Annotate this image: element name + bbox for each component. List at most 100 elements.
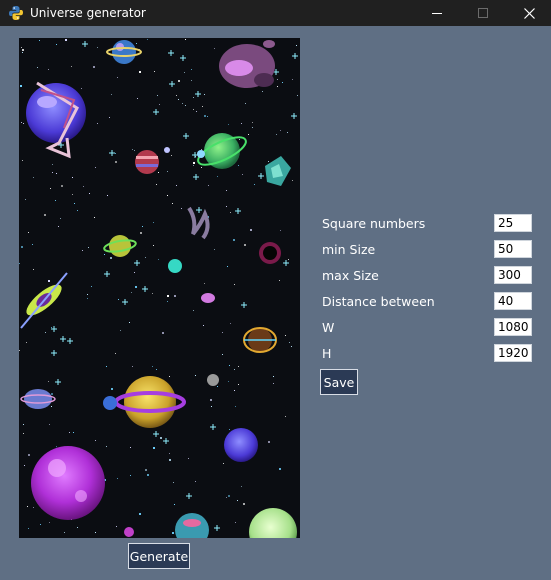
planet-pink-small bbox=[201, 293, 215, 303]
star bbox=[273, 376, 274, 377]
label-distance-between: Distance between bbox=[322, 294, 435, 309]
star bbox=[33, 507, 34, 508]
star bbox=[157, 95, 158, 96]
star bbox=[167, 195, 168, 196]
star bbox=[22, 160, 23, 161]
star bbox=[137, 98, 138, 99]
star bbox=[277, 86, 278, 87]
star bbox=[297, 95, 298, 96]
star bbox=[56, 446, 57, 447]
star bbox=[27, 506, 28, 507]
star bbox=[153, 447, 155, 449]
star bbox=[20, 85, 22, 87]
star bbox=[110, 257, 112, 259]
max-size-input[interactable] bbox=[494, 266, 532, 284]
moon-grey bbox=[207, 374, 219, 386]
star bbox=[44, 214, 46, 216]
star bbox=[214, 48, 215, 49]
maximize-button[interactable] bbox=[460, 0, 506, 26]
star bbox=[97, 47, 98, 48]
close-icon bbox=[523, 7, 535, 19]
star bbox=[95, 532, 96, 533]
star bbox=[222, 332, 223, 333]
star bbox=[185, 39, 186, 40]
star bbox=[82, 250, 83, 251]
star bbox=[193, 162, 195, 164]
star bbox=[28, 528, 29, 529]
star bbox=[207, 116, 208, 117]
star bbox=[91, 286, 92, 287]
star bbox=[95, 167, 96, 168]
star bbox=[22, 49, 24, 51]
star bbox=[64, 532, 65, 533]
star bbox=[131, 292, 132, 293]
star bbox=[152, 366, 153, 367]
save-button[interactable]: Save bbox=[320, 369, 358, 395]
star bbox=[288, 259, 289, 260]
star bbox=[201, 167, 202, 168]
star bbox=[51, 406, 52, 407]
star bbox=[52, 164, 53, 165]
star bbox=[130, 447, 131, 448]
star bbox=[33, 269, 34, 270]
star bbox=[162, 332, 164, 334]
star bbox=[173, 482, 174, 483]
star bbox=[40, 524, 41, 525]
star bbox=[51, 393, 53, 395]
star bbox=[279, 468, 281, 470]
star bbox=[285, 335, 286, 336]
star bbox=[229, 365, 230, 366]
star bbox=[145, 257, 146, 258]
star bbox=[56, 44, 57, 45]
star bbox=[254, 184, 255, 185]
star bbox=[120, 330, 121, 331]
star bbox=[134, 150, 135, 151]
star bbox=[241, 486, 242, 487]
star bbox=[23, 424, 24, 425]
star bbox=[50, 188, 51, 189]
min-size-input[interactable] bbox=[494, 240, 532, 258]
star bbox=[184, 72, 185, 73]
star bbox=[153, 222, 154, 223]
star bbox=[129, 322, 130, 323]
square-numbers-input[interactable] bbox=[494, 214, 532, 232]
star bbox=[208, 185, 209, 186]
generate-button[interactable]: Generate bbox=[128, 543, 190, 569]
distance-between-input[interactable] bbox=[494, 292, 532, 310]
star bbox=[172, 203, 173, 204]
star bbox=[71, 66, 72, 67]
star bbox=[242, 174, 243, 175]
planet-purple-large bbox=[31, 446, 105, 520]
label-square-numbers: Square numbers bbox=[322, 216, 426, 231]
star bbox=[87, 298, 88, 299]
star bbox=[154, 71, 155, 72]
close-button[interactable] bbox=[506, 0, 551, 26]
star bbox=[132, 366, 133, 367]
star bbox=[193, 310, 194, 311]
height-input[interactable] bbox=[494, 344, 532, 362]
star bbox=[201, 149, 202, 150]
star bbox=[115, 353, 116, 354]
label-max-size: max Size bbox=[322, 268, 379, 283]
star bbox=[276, 134, 277, 135]
star bbox=[169, 453, 170, 454]
star bbox=[142, 226, 143, 227]
star bbox=[268, 161, 269, 162]
star bbox=[169, 459, 171, 461]
star bbox=[26, 342, 27, 343]
universe-canvas bbox=[19, 38, 300, 538]
star bbox=[32, 244, 33, 245]
star bbox=[93, 66, 95, 68]
star bbox=[73, 432, 74, 433]
star bbox=[250, 229, 252, 231]
star bbox=[222, 354, 223, 355]
star bbox=[111, 94, 112, 95]
star bbox=[167, 301, 168, 302]
minimize-button[interactable] bbox=[414, 0, 460, 26]
star bbox=[229, 429, 230, 430]
python-icon bbox=[8, 5, 24, 21]
star bbox=[49, 424, 50, 425]
width-input[interactable] bbox=[494, 318, 532, 336]
star bbox=[167, 171, 168, 172]
star bbox=[106, 446, 107, 447]
